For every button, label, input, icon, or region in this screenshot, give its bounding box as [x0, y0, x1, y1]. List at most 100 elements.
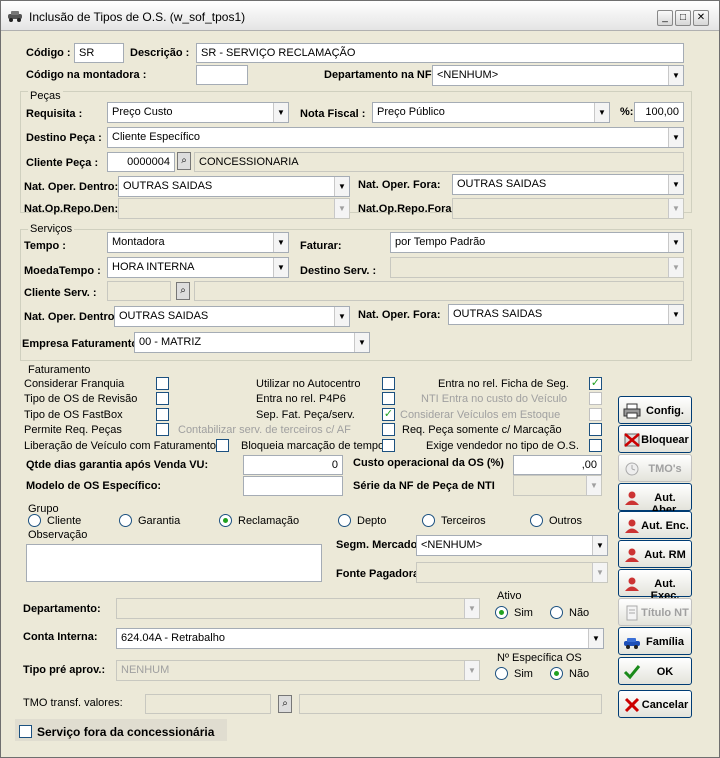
chevron-down-icon: ▼ [273, 258, 288, 277]
fat-opt-estoque-checkbox[interactable] [589, 408, 602, 421]
tmo-code[interactable] [145, 694, 271, 714]
lookup-icon[interactable]: ⌕ [177, 152, 191, 170]
repo-fora-select[interactable]: ▼ [452, 198, 684, 219]
aut-exec-button[interactable]: Aut. Exec. [618, 569, 692, 602]
liberacao-label: Liberação de Veículo com Faturamento [24, 440, 217, 452]
lookup-icon[interactable]: ⌕ [278, 695, 292, 713]
faturar-select[interactable]: por Tempo Padrão ▼ [390, 232, 684, 253]
cliente-peca-code[interactable]: 0000004 [107, 152, 175, 172]
bloqueia-checkbox[interactable] [382, 439, 395, 452]
fat-opt-p4p6-checkbox[interactable] [382, 392, 395, 405]
lookup-icon[interactable]: ⌕ [176, 282, 190, 300]
segm-select[interactable]: <NENHUM> ▼ [416, 535, 608, 556]
maximize-button[interactable]: □ [675, 10, 691, 26]
nota-fiscal-label: Nota Fiscal : [300, 108, 366, 120]
cod-montadora-field[interactable] [196, 65, 248, 85]
fat-opt-ficha-checkbox[interactable]: ✓ [589, 377, 602, 390]
serv-nat-fora-select[interactable]: OUTRAS SAIDAS ▼ [448, 304, 684, 325]
destino-serv-select[interactable]: ▼ [390, 257, 684, 278]
familia-button[interactable]: Família [618, 627, 692, 655]
close-button[interactable]: ✕ [693, 10, 709, 26]
grupo-radio-terceiros[interactable] [422, 514, 435, 527]
grupo-radio-cliente[interactable] [28, 514, 41, 527]
fat-opt-req-peca-checkbox[interactable] [589, 423, 602, 436]
obs-label: Observação [28, 529, 88, 541]
fat-opt-estoque-label: Considerar Veículos em Estoque [400, 409, 561, 421]
chevron-down-icon: ▼ [334, 177, 349, 196]
tmos-button-label: TMO's [648, 463, 682, 475]
fat-opt-autocentro-checkbox[interactable] [382, 377, 395, 390]
nota-fiscal-select[interactable]: Preço Público ▼ [372, 102, 610, 123]
ativo-sim-radio[interactable] [495, 606, 508, 619]
cliente-peca-label: Cliente Peça : [26, 157, 99, 169]
fonte-select[interactable]: ▼ [416, 562, 608, 583]
descricao-label: Descrição : [130, 47, 190, 59]
tipo-pre-value: NENHUM [121, 664, 170, 676]
tmos-button[interactable]: TMO's [618, 454, 692, 482]
aut-aber-button[interactable]: Aut. Aber. [618, 483, 692, 516]
depto-nf-select[interactable]: <NENHUM> ▼ [432, 65, 684, 86]
pct-field[interactable]: 100,00 [634, 102, 684, 122]
ok-button[interactable]: OK [618, 657, 692, 685]
destino-peca-select[interactable]: Cliente Específico ▼ [107, 127, 684, 148]
fat-opt-contabilizar-checkbox[interactable] [382, 423, 395, 436]
fat-opt-nti-checkbox[interactable] [589, 392, 602, 405]
conta-select[interactable]: 624.04A - Retrabalho ▼ [116, 628, 604, 649]
printer-icon [623, 403, 641, 419]
serv-nat-dentro-select[interactable]: OUTRAS SAIDAS ▼ [114, 306, 350, 327]
chevron-down-icon: ▼ [273, 103, 288, 122]
fat-opt-sep-fat-checkbox[interactable]: ✓ [382, 408, 395, 421]
fat-opt-revisao-checkbox[interactable] [156, 392, 169, 405]
fat-opt-fastbox-label: Tipo de OS FastBox [24, 409, 123, 421]
fat-opt-franquia-checkbox[interactable] [156, 377, 169, 390]
moeda-select[interactable]: HORA INTERNA ▼ [107, 257, 289, 278]
titulo-nt-button[interactable]: Título NT [618, 598, 692, 626]
bloquear-button[interactable]: Bloquear [618, 425, 692, 453]
config-button[interactable]: Config. [618, 396, 692, 424]
pecas-title: Peças [28, 90, 63, 102]
grupo-radio-outros[interactable] [530, 514, 543, 527]
n-especifica-nao-radio[interactable] [550, 667, 563, 680]
obs-textarea[interactable] [26, 544, 322, 582]
pecas-nat-dentro-select[interactable]: OUTRAS SAIDAS ▼ [118, 176, 350, 197]
descricao-field[interactable]: SR - SERVIÇO RECLAMAÇÃO [196, 43, 684, 63]
empresa-select[interactable]: 00 - MATRIZ ▼ [134, 332, 370, 353]
departamento-select[interactable]: ▼ [116, 598, 480, 619]
chevron-down-icon: ▼ [334, 199, 349, 218]
grupo-option-terceiros: Terceiros [441, 515, 486, 527]
serie-select[interactable]: ▼ [513, 475, 602, 496]
codigo-field[interactable]: SR [74, 43, 124, 63]
fat-opt-ficha-label: Entra no rel. Ficha de Seg. [438, 378, 569, 390]
liberacao-checkbox[interactable] [216, 439, 229, 452]
pecas-nat-fora-label: Nat. Oper. Fora: [358, 179, 441, 191]
cliente-serv-code[interactable] [107, 281, 171, 301]
ativo-nao-radio[interactable] [550, 606, 563, 619]
grupo-option-garantia: Garantia [138, 515, 181, 527]
config-button-label: Config. [646, 405, 684, 417]
tempo-select[interactable]: Montadora ▼ [107, 232, 289, 253]
tipo-pre-select[interactable]: NENHUM ▼ [116, 660, 480, 681]
aut-rm-button[interactable]: Aut. RM [618, 540, 692, 568]
repo-den-select[interactable]: ▼ [118, 198, 350, 219]
moeda-value: HORA INTERNA [112, 261, 195, 273]
bloqueia-label: Bloqueia marcação de tempo [241, 440, 385, 452]
clock-icon [625, 462, 639, 476]
modelo-field[interactable] [243, 476, 343, 496]
pecas-nat-fora-select[interactable]: OUTRAS SAIDAS ▼ [452, 174, 684, 195]
cancelar-button[interactable]: Cancelar [618, 690, 692, 718]
aut-enc-button[interactable]: Aut. Enc. [618, 511, 692, 539]
requisita-select[interactable]: Preço Custo ▼ [107, 102, 289, 123]
n-especifica-sim-radio[interactable] [495, 667, 508, 680]
exige-checkbox[interactable] [589, 439, 602, 452]
grupo-radio-depto[interactable] [338, 514, 351, 527]
minimize-button[interactable]: _ [657, 10, 673, 26]
grupo-radio-garantia[interactable] [119, 514, 132, 527]
fat-opt-fastbox-checkbox[interactable] [156, 408, 169, 421]
qtde-field[interactable]: 0 [243, 455, 343, 475]
fat-opt-req-peca-label: Req. Peça somente c/ Marcação [402, 424, 562, 436]
fat-opt-permite-checkbox[interactable] [156, 423, 169, 436]
faturar-label: Faturar: [300, 240, 342, 252]
fora-checkbox[interactable] [19, 725, 32, 738]
grupo-radio-reclamacao[interactable] [219, 514, 232, 527]
custo-field[interactable]: ,00 [513, 455, 602, 475]
